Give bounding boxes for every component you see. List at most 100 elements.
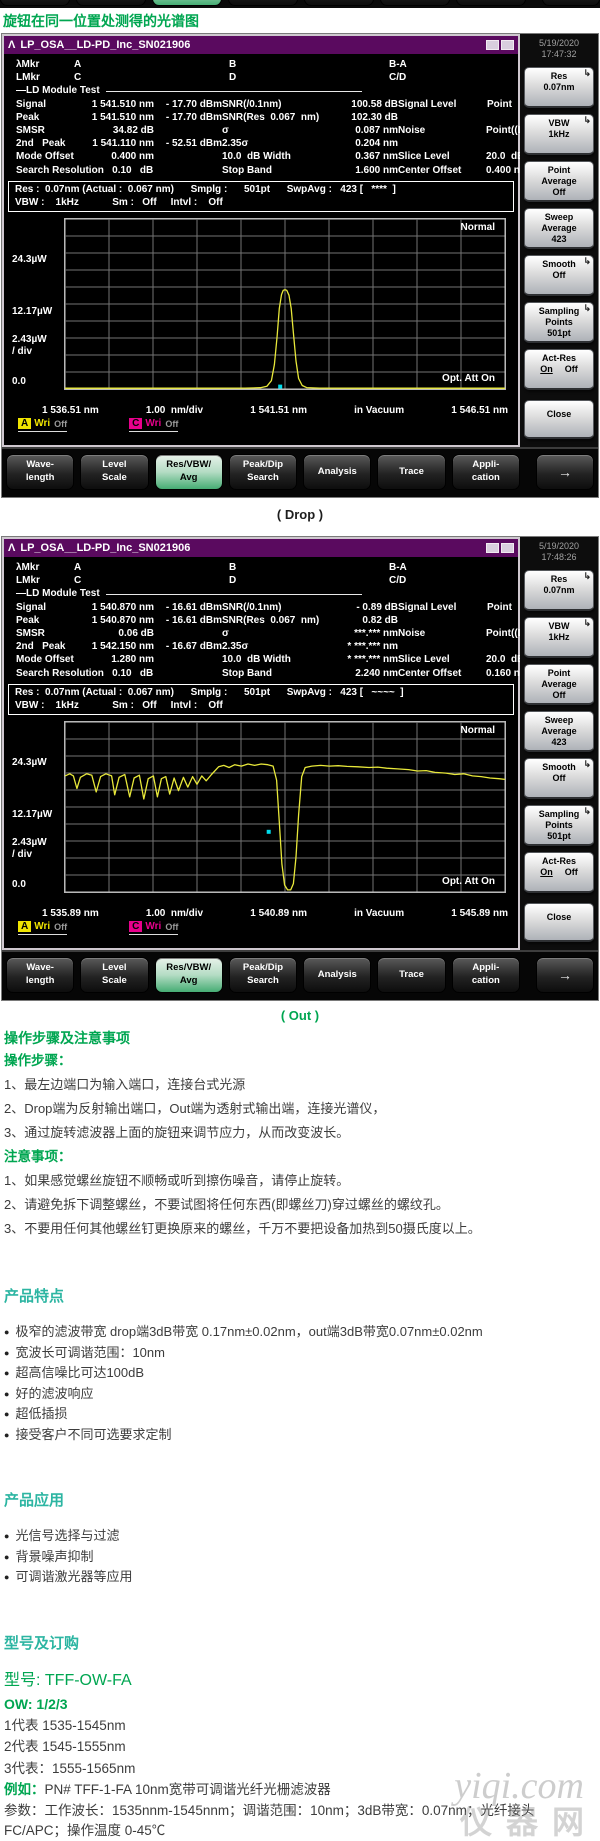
time-label: 17:47:32 (541, 49, 577, 59)
function-key[interactable]: Level Scale (80, 957, 149, 993)
example-text: PN# TFF-1-FA 10nm宽带可调谐光纤光栅滤波器 (44, 1782, 331, 1797)
module-test-separator: —LD Module Test (16, 84, 512, 97)
soft-key-button[interactable]: Sweep Average 423 (524, 208, 594, 249)
function-key[interactable]: Peak/Dip Search (228, 957, 298, 993)
maximize-icon[interactable] (501, 40, 514, 50)
soft-key-button[interactable]: Res 0.07nm ↳ (524, 570, 594, 611)
feature-item: ● 极窄的滤波带宽 drop端3dB带宽 0.17nm±0.02nm，out端3d… (4, 1324, 483, 1339)
y-axis-div-unit: / div (12, 345, 33, 357)
maximize-icon[interactable] (501, 543, 514, 553)
soft-key-button[interactable]: VBW 1kHz ↳ (524, 114, 594, 155)
app-icon: Λ (8, 542, 16, 554)
measurement-row: SMSR 34.82 dB σ 0.087 nm Noise Point((L+R)/2) (16, 125, 552, 137)
spectrum-graph: 24.3µW 12.17µW 2.43µW / div 0.0 Normal O… (4, 214, 518, 404)
function-key[interactable]: Trace (377, 454, 446, 490)
window-title: LP_OSA__LD-PD_Inc_SN021906 (20, 542, 191, 554)
close-button[interactable]: Close (524, 903, 594, 942)
y-axis-mid-label: 12.17µW (12, 808, 53, 820)
soft-key-button[interactable]: Point Average Off (524, 161, 594, 202)
y-axis-zero-label: 0.0 (12, 878, 26, 890)
function-key[interactable]: Wave- length (0, 0, 70, 6)
feature-item: ● 宽波长可调谐范围：10nm (4, 1344, 165, 1360)
trace-c-badge[interactable]: C Wri Off (129, 418, 179, 432)
y-axis-max-label: 24.3µW (12, 756, 47, 768)
measurement-row: Peak 1 540.870 nm - 16.61 dBm SNR(Res 0.067… (16, 614, 398, 626)
soft-key-button[interactable]: Res 0.07nm ↳ (524, 67, 594, 108)
trace-c-badge[interactable]: C Wri Off (129, 921, 179, 935)
marker-row: LMkr C D C/D (16, 575, 407, 587)
caution-note: 3、不要用任何其他螺丝钉更换原来的螺丝，千万不要把设备加热到50摄氏度以上。 (4, 1221, 481, 1236)
marker-row: λMkr A B B-A (16, 59, 407, 70)
trace-a-key: A (18, 418, 32, 430)
trace-a-state: Off (54, 921, 68, 932)
measurement-readout: λMkr A B B-A LMkr C D C/D —LD Module Test Signal… (4, 54, 552, 179)
minimize-icon[interactable] (486, 40, 499, 50)
function-key[interactable]: Level Scale (80, 454, 149, 490)
plot-area: Normal Opt. Att On (64, 720, 506, 893)
caution-note: 2、请避免拆下调整螺丝，不要试图将任何东西(即螺丝刀)穿过螺丝的螺纹孔。 (4, 1197, 449, 1212)
submenu-arrow-icon: ↳ (583, 618, 591, 628)
soft-key-button[interactable]: VBW 1kHz ↳ (524, 617, 594, 658)
soft-key-button[interactable]: Sampling Points 501pt ↳ (524, 302, 594, 343)
y-axis-div-label: 2.43µW (12, 836, 47, 848)
close-button[interactable]: Close (524, 400, 594, 439)
function-key[interactable]: Appli- cation (451, 454, 520, 490)
example-label: 例如： (4, 1782, 45, 1797)
function-key[interactable]: Peak/Dip Search (228, 0, 298, 6)
vbw-settings-line: VBW : 1kHz Sm : Off Intvl : Off (15, 700, 223, 712)
feature-item: ● 好的滤波响应 (4, 1385, 94, 1401)
function-key[interactable]: Res/VBW/ Avg (154, 454, 223, 490)
applications-heading: 产品应用 (4, 1492, 65, 1509)
trace-badges: A Wri Off C Wri Off (18, 418, 518, 432)
osa-display: Λ LP_OSA__LD-PD_Inc_SN021906 λMkr A B B-A LM… (2, 537, 552, 950)
function-key[interactable]: → (535, 957, 594, 993)
trace-a-badge[interactable]: A Wri Off (18, 921, 68, 935)
caption-drop: ( Drop ) (276, 507, 324, 522)
function-key-row-cropped: Wave- length Level Scale Res/VBW/ Avg Peak/… (0, 0, 600, 6)
soft-key-button[interactable]: Smooth Off ↳ (524, 255, 594, 296)
measurement-row: Mode Offset 1.280 nm 10.0 dB Width * ***.**… (16, 654, 525, 666)
function-key[interactable]: → (542, 0, 600, 6)
marker-row: LMkr C D C/D (16, 72, 407, 84)
function-key[interactable]: Appli- cation (451, 957, 520, 993)
submenu-arrow-icon: ↳ (583, 115, 591, 125)
function-key[interactable]: Wave- length (6, 454, 75, 490)
submenu-arrow-icon: ↳ (583, 571, 591, 581)
feature-item: ● 超低插损 (4, 1406, 68, 1421)
trace-c-state: Off (165, 418, 179, 429)
application-item: ● 背景噪声抑制 (4, 1548, 94, 1564)
function-key[interactable]: Wave- length (6, 957, 75, 993)
soft-key-button[interactable]: Sweep Average 423 (524, 711, 594, 752)
trace-a-badge[interactable]: A Wri Off (18, 418, 68, 432)
function-key[interactable]: Res/VBW/ Avg (154, 957, 223, 993)
measurement-row: Search Resolution 0.10 dB Stop Band 1.600 … (16, 164, 529, 176)
ow-code-line: OW: 1/2/3 (4, 1695, 68, 1712)
function-key[interactable]: Peak/Dip Search (228, 454, 298, 490)
function-key[interactable]: Level Scale (76, 0, 146, 6)
soft-key-button[interactable]: Smooth Off ↳ (524, 758, 594, 799)
soft-key-button[interactable]: Act-Res On Off (524, 852, 594, 893)
minimize-icon[interactable] (486, 543, 499, 553)
date-label: 5/19/2020 (538, 38, 580, 48)
soft-key-button[interactable]: Point Average Off (524, 664, 594, 705)
vacuum-label: in Vacuum (354, 404, 405, 416)
function-key[interactable]: Res/VBW/ Avg (152, 0, 222, 6)
submenu-arrow-icon: ↳ (583, 303, 591, 313)
soft-key-button[interactable]: Sampling Points 501pt ↳ (524, 805, 594, 846)
soft-key-column: Res 0.07nm ↳ VBW 1kHz ↳ Point Average Off Sweep Av… (524, 570, 594, 942)
steps-section-heading: 操作步骤及注意事项 (4, 1030, 130, 1046)
plot-area: Normal Opt. Att On (64, 217, 506, 390)
function-key[interactable]: Trace (377, 957, 446, 993)
x-div-label: 1.00 nm/div (145, 907, 204, 919)
measurement-row: 2nd Peak 1 541.110 nm - 52.51 dBm 2.35σ 0.20… (16, 138, 398, 150)
soft-key-button[interactable]: Act-Res On Off (524, 349, 594, 390)
function-key[interactable]: → (535, 454, 594, 490)
function-key[interactable]: Appli- cation (456, 0, 526, 6)
function-key[interactable]: Analysis (304, 0, 374, 6)
submenu-arrow-icon: ↳ (583, 806, 591, 816)
function-key[interactable]: Analysis (303, 454, 372, 490)
osa-side-panel: 5/19/2020 17:48:26 Res 0.07nm ↳ VBW 1kHz ↳ Poi… (520, 537, 598, 950)
function-key[interactable]: Analysis (303, 957, 372, 993)
y-axis-zero-label: 0.0 (12, 375, 26, 387)
function-key[interactable]: Trace (380, 0, 450, 6)
